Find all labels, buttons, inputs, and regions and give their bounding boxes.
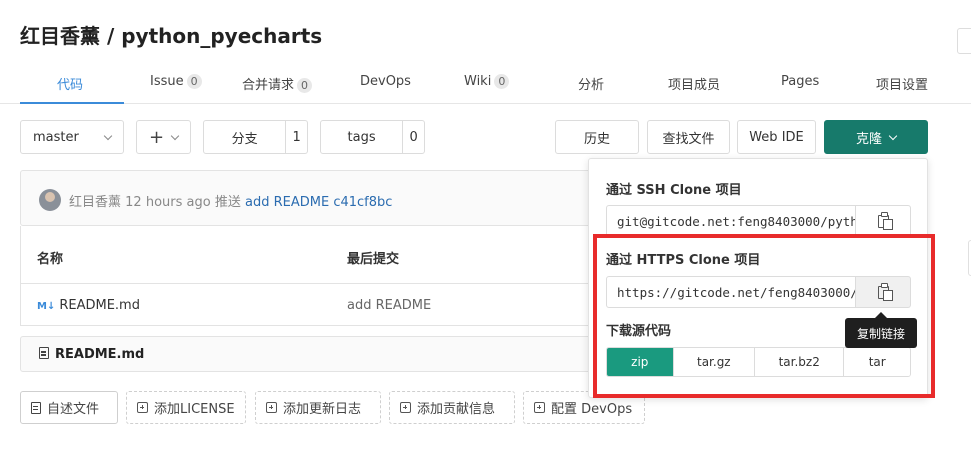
- plus-square-icon: [137, 402, 148, 413]
- tab-wiki[interactable]: Wiki 0: [464, 74, 510, 89]
- project-tabs: 代码 Issue 0 合并请求 0 DevOps Wiki 0 分析 项目成员 Pag…: [0, 62, 971, 104]
- file-table: 名称 最后提交 M↓ README.md add README: [20, 226, 600, 326]
- tab-pages[interactable]: Pages: [781, 74, 819, 89]
- tab-devops[interactable]: DevOps: [360, 74, 411, 89]
- commit-action: 推送: [214, 195, 241, 210]
- copy-ssh-button[interactable]: [855, 205, 911, 237]
- https-clone-label: 通过 HTTPS Clone 项目: [606, 253, 761, 268]
- commit-time: 12 hours ago: [125, 195, 211, 210]
- avatar[interactable]: [39, 189, 61, 211]
- commit-message-link[interactable]: add README: [245, 195, 329, 210]
- column-header-name: 名称: [37, 252, 64, 267]
- clipboard-icon: [877, 211, 893, 230]
- tags-button[interactable]: tags 0: [320, 120, 425, 154]
- wiki-count-badge: 0: [494, 74, 510, 89]
- copy-link-tooltip: 复制链接: [845, 312, 917, 348]
- chevron-down-icon: [170, 131, 180, 140]
- document-icon: [39, 347, 49, 359]
- commit-summary: 红目香薰 12 hours ago 推送 add README c41cf8bc: [69, 191, 392, 210]
- tab-settings[interactable]: 项目设置: [876, 74, 928, 93]
- readme-title: README.md: [39, 347, 144, 362]
- add-button[interactable]: +: [136, 120, 191, 154]
- plus-icon: +: [148, 126, 165, 148]
- ssh-url-field[interactable]: git@gitcode.net:feng8403000/python_pyech…: [606, 205, 856, 237]
- branches-label: 分支: [231, 131, 258, 147]
- page-title: 红目香薰 / python_pyecharts: [20, 24, 323, 48]
- table-header: 名称 最后提交: [21, 226, 599, 284]
- branches-count: 1: [285, 121, 307, 153]
- tab-issue[interactable]: Issue 0: [150, 74, 202, 89]
- https-url-field[interactable]: https://gitcode.net/feng8403000/python_p…: [606, 276, 856, 308]
- download-tar-button[interactable]: tar: [843, 348, 910, 376]
- plus-square-icon: [534, 402, 545, 413]
- chevron-down-icon: [888, 131, 898, 140]
- readme-file-button[interactable]: 自述文件: [20, 391, 118, 424]
- history-button[interactable]: 历史: [555, 120, 639, 154]
- top-right-button-edge[interactable]: [957, 28, 971, 54]
- ssh-clone-label: 通过 SSH Clone 项目: [606, 183, 742, 198]
- column-header-last-commit: 最后提交: [347, 252, 400, 267]
- last-commit-panel: 红目香薰 12 hours ago 推送 add README c41cf8bc: [20, 170, 600, 226]
- download-source-label: 下载源代码: [606, 324, 672, 339]
- commit-sha-link[interactable]: c41cf8bc: [333, 195, 392, 210]
- tags-count: 0: [402, 121, 424, 153]
- file-name-link[interactable]: README.md: [59, 298, 140, 313]
- tab-members[interactable]: 项目成员: [668, 74, 720, 93]
- tab-code[interactable]: 代码: [57, 74, 83, 93]
- commit-author[interactable]: 红目香薰: [69, 195, 121, 210]
- add-license-button[interactable]: 添加LICENSE: [126, 391, 246, 424]
- table-row[interactable]: M↓ README.md: [37, 298, 140, 313]
- readme-header: README.md: [20, 336, 600, 372]
- file-last-commit[interactable]: add README: [347, 298, 431, 313]
- merge-count-badge: 0: [297, 78, 313, 93]
- clone-dropdown: 通过 SSH Clone 项目 git@gitcode.net:feng8403…: [588, 158, 928, 398]
- web-ide-button[interactable]: Web IDE: [737, 120, 816, 154]
- document-icon: [31, 401, 41, 414]
- copy-https-button[interactable]: [855, 276, 911, 308]
- download-zip-button[interactable]: zip: [607, 348, 673, 376]
- chevron-down-icon: [103, 131, 113, 140]
- issue-count-badge: 0: [186, 74, 202, 89]
- tab-analytics[interactable]: 分析: [578, 74, 604, 93]
- download-tar-gz-button[interactable]: tar.gz: [672, 348, 755, 376]
- find-file-button[interactable]: 查找文件: [647, 120, 730, 154]
- markdown-file-icon: M↓: [37, 301, 56, 312]
- plus-square-icon: [266, 402, 277, 413]
- download-format-group: zip tar.gz tar.bz2 tar: [606, 347, 911, 377]
- clipboard-icon: [877, 282, 893, 301]
- active-tab-indicator: [20, 102, 124, 104]
- tab-merge-requests[interactable]: 合并请求 0: [242, 74, 313, 93]
- download-tar-bz2-button[interactable]: tar.bz2: [754, 348, 844, 376]
- branches-button[interactable]: 分支 1: [203, 120, 308, 154]
- add-contributing-button[interactable]: 添加贡献信息: [389, 391, 515, 424]
- plus-square-icon: [400, 402, 411, 413]
- add-changelog-button[interactable]: 添加更新日志: [255, 391, 381, 424]
- branch-select[interactable]: master: [20, 120, 124, 154]
- tags-label: tags: [347, 129, 376, 145]
- branch-select-value: master: [33, 129, 79, 145]
- clone-button[interactable]: 克隆: [824, 120, 928, 154]
